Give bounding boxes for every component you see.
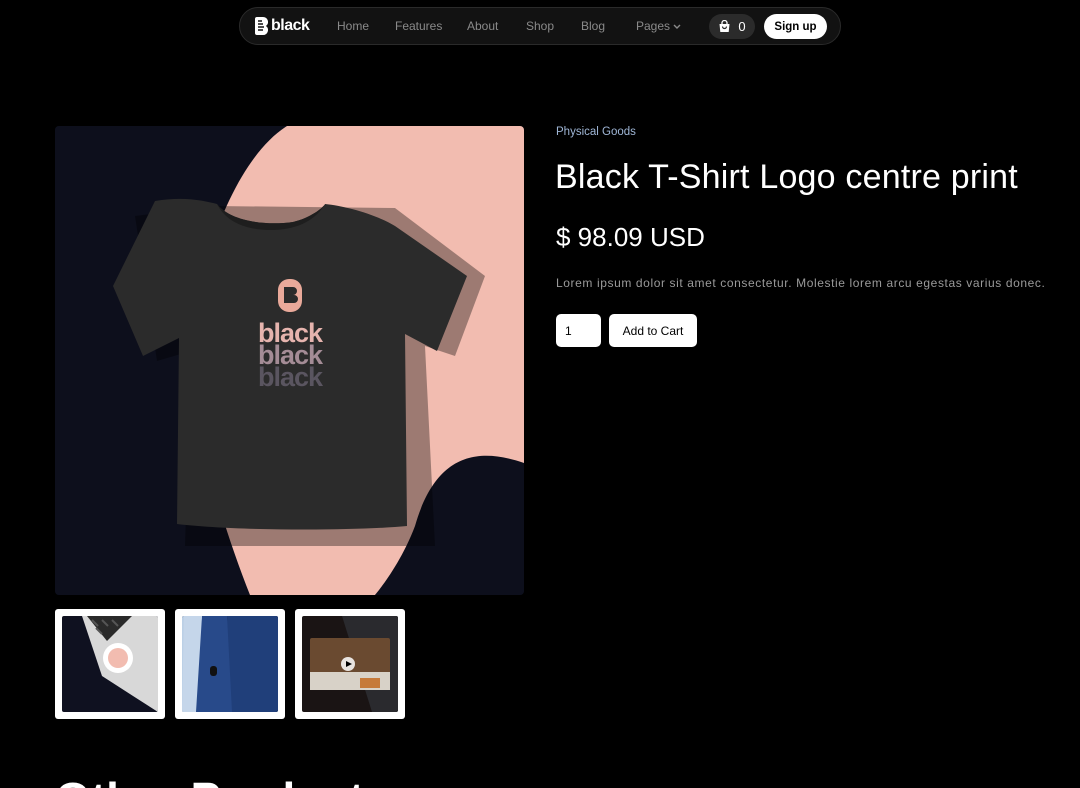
nav-about[interactable]: About — [467, 19, 498, 33]
shopping-bag-icon — [719, 20, 730, 32]
thumbnail-image — [302, 616, 398, 712]
nav-shop[interactable]: Shop — [526, 19, 554, 33]
other-products-heading: Other Products — [55, 772, 390, 788]
thumbnail-image — [182, 616, 278, 712]
logo[interactable]: black — [255, 17, 310, 35]
thumbnail-1[interactable] — [55, 609, 165, 719]
top-navbar: black Home Features About Shop Blog Page… — [239, 7, 841, 45]
product-title: Black T-Shirt Logo centre print — [555, 158, 1018, 196]
signup-button[interactable]: Sign up — [764, 14, 827, 39]
shirt-print-line: black — [257, 362, 323, 392]
cart-count: 0 — [738, 19, 746, 34]
thumbnail-2[interactable] — [175, 609, 285, 719]
logo-icon — [255, 17, 268, 35]
product-description: Lorem ipsum dolor sit amet consectetur. … — [556, 276, 1046, 290]
chevron-down-icon — [673, 24, 681, 29]
nav-pages[interactable]: Pages — [636, 19, 681, 33]
product-category[interactable]: Physical Goods — [556, 126, 636, 138]
nav-blog[interactable]: Blog — [581, 19, 605, 33]
logo-text: black — [271, 17, 310, 34]
nav-home[interactable]: Home — [337, 19, 369, 33]
thumbnail-3[interactable] — [295, 609, 405, 719]
nav-pages-label: Pages — [636, 19, 671, 33]
nav-features[interactable]: Features — [395, 19, 442, 33]
shirt-print-text: black black black — [255, 320, 325, 392]
add-to-cart-button[interactable]: Add to Cart — [609, 314, 697, 347]
product-main-image[interactable]: black black black — [55, 126, 524, 595]
thumbnail-image — [62, 616, 158, 712]
product-price: $ 98.09 USD — [556, 222, 705, 252]
cart-button[interactable]: 0 — [709, 14, 755, 39]
quantity-input[interactable] — [556, 314, 601, 347]
